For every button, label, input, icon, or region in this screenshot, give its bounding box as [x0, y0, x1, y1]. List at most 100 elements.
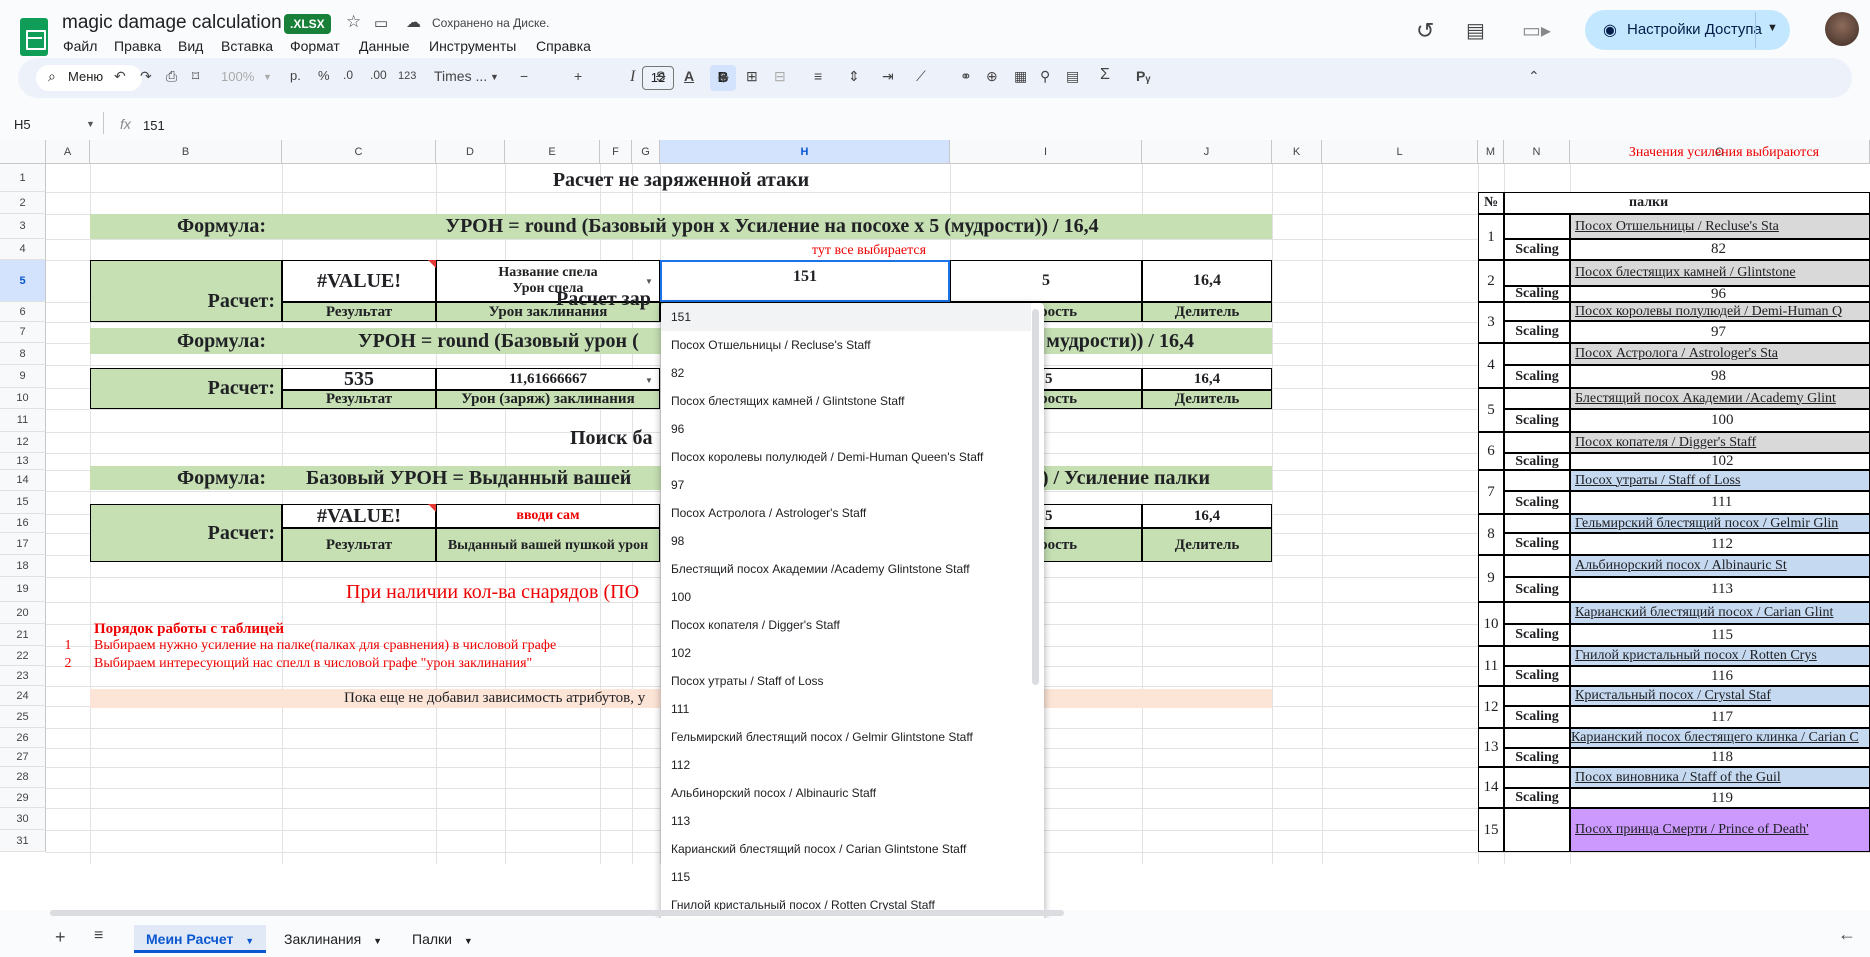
dropdown-option[interactable]: 151 [661, 303, 1031, 331]
row-header-4[interactable]: 4 [0, 239, 46, 260]
input-tools-icon[interactable]: Pᵧ [1136, 68, 1150, 84]
staff-name[interactable]: Посох виновника / Staff of the Guil [1570, 767, 1870, 788]
divider-cell-r12[interactable]: 16,4 [1142, 368, 1272, 390]
name-box[interactable]: H5 [14, 117, 31, 132]
italic-button[interactable]: I [630, 68, 635, 86]
decrease-font-size-icon[interactable]: − [520, 68, 528, 84]
wisdom-cell-r5[interactable]: 5 [950, 260, 1142, 302]
dropdown-option[interactable]: 100 [661, 583, 1031, 611]
result-cell-r5[interactable]: #VALUE! [282, 260, 436, 302]
add-sheet-icon[interactable]: + [55, 927, 66, 948]
menu-tools[interactable]: Инструменты [429, 38, 516, 54]
history-icon[interactable]: ↺ [1416, 18, 1434, 44]
paint-format-icon[interactable]: ⌑ [192, 68, 199, 85]
formula-input[interactable]: 151 [143, 118, 165, 133]
column-header-f[interactable]: F [600, 140, 632, 164]
row-header-27[interactable]: 27 [0, 748, 46, 767]
row-header-23[interactable]: 23 [0, 666, 46, 686]
column-header-h[interactable]: H [660, 140, 950, 164]
scaling-value[interactable]: 102 [1570, 453, 1870, 470]
scaling-value[interactable]: 113 [1570, 577, 1870, 602]
percent-format-button[interactable]: % [318, 68, 330, 83]
dropdown-option[interactable]: 102 [661, 639, 1031, 667]
result-cell-r19[interactable]: #VALUE! [282, 504, 436, 528]
select-all-corner[interactable] [0, 140, 46, 164]
tab-caret-icon[interactable]: ▼ [245, 936, 254, 946]
increase-decimal-button[interactable]: .00 [370, 68, 387, 82]
staff-name[interactable]: Посох Астролога / Astrologer's Sta [1570, 343, 1870, 365]
staff-name[interactable]: Кристальный посох / Crystal Staf [1570, 686, 1870, 706]
dropdown-option[interactable]: 113 [661, 807, 1031, 835]
row-header-30[interactable]: 30 [0, 808, 46, 830]
staff-name[interactable]: Посох Отшельницы / Recluse's Sta [1570, 214, 1870, 239]
zoom-caret-icon[interactable]: ▼ [263, 72, 272, 82]
insert-chart-icon[interactable]: ▦ [1014, 68, 1027, 85]
column-header-l[interactable]: L [1322, 140, 1478, 164]
dropdown-option[interactable]: Альбинорский посох / Albinauric Staff [661, 779, 1031, 807]
tab-main-calc[interactable]: Меин Расчет ▼ [134, 925, 267, 953]
menu-view[interactable]: Вид [178, 38, 203, 54]
dropdown-option[interactable]: Карианский блестящий посох / Carian Glin… [661, 835, 1031, 863]
row-header-10[interactable]: 10 [0, 388, 46, 409]
divider-cell-r19[interactable]: 16,4 [1142, 504, 1272, 528]
dropdown-option[interactable]: Посох утраты / Staff of Loss [661, 667, 1031, 695]
print-icon[interactable]: ⎙ [166, 68, 177, 85]
vertical-align-icon[interactable]: ⇕ [848, 68, 860, 85]
dropdown-option[interactable]: 115 [661, 863, 1031, 891]
font-caret-icon[interactable]: ▼ [490, 72, 499, 82]
functions-button[interactable]: Σ [1100, 66, 1110, 84]
scaling-value[interactable]: 100 [1570, 409, 1870, 432]
row-header-9[interactable]: 9 [0, 365, 46, 388]
menu-insert[interactable]: Вставка [221, 38, 273, 54]
merge-cells-icon[interactable]: ⊟ [774, 68, 786, 85]
row-header-24[interactable]: 24 [0, 686, 46, 706]
insert-link-icon[interactable]: ⚭ [960, 68, 972, 85]
value-dropdown[interactable]: 151 Посох Отшельницы / Recluse's Staff 82 П… [661, 303, 1044, 953]
scaling-value[interactable]: 115 [1570, 624, 1870, 646]
share-dropdown-icon[interactable]: ▼ [1767, 22, 1778, 34]
undo-icon[interactable]: ↶ [114, 68, 126, 85]
horizontal-align-icon[interactable]: ≡ [814, 68, 822, 84]
scaling-value[interactable]: 97 [1570, 321, 1870, 343]
row-header-21[interactable]: 21 [0, 624, 46, 646]
text-color-button[interactable]: A [684, 68, 694, 84]
tab-caret-icon[interactable]: ▼ [464, 936, 473, 946]
row-header-22[interactable]: 22 [0, 646, 46, 666]
fill-color-icon[interactable]: ◈ [718, 68, 729, 85]
redo-icon[interactable]: ↷ [140, 68, 152, 85]
decrease-decimal-button[interactable]: .0 [343, 68, 353, 82]
column-header-k[interactable]: K [1272, 140, 1322, 164]
menu-data[interactable]: Данные [359, 38, 410, 54]
staff-name[interactable]: Гельмирский блестящий посох / Gelmir Gli… [1570, 514, 1870, 533]
staff-name[interactable]: Карианский блестящий посох / Carian Glin… [1570, 602, 1870, 624]
active-cell-h5[interactable]: 151 [660, 260, 950, 302]
row-header-20[interactable]: 20 [0, 602, 46, 624]
staff-name[interactable]: Альбинорский посох / Albinauric St [1570, 555, 1870, 577]
sheets-logo-icon[interactable] [20, 18, 48, 56]
filter-views-icon[interactable]: ▤ [1066, 68, 1079, 85]
menu-help[interactable]: Справка [536, 38, 591, 54]
filter-icon[interactable]: ⚲ [1040, 68, 1050, 85]
row-header-3[interactable]: 3 [0, 214, 46, 239]
column-header-i[interactable]: I [950, 140, 1142, 164]
search-menus-button[interactable]: ⌕ Меню [36, 65, 142, 91]
scaling-value[interactable]: 116 [1570, 666, 1870, 686]
share-button[interactable]: ◉ Настройки Доступа [1585, 10, 1790, 50]
dropdown-option[interactable]: 112 [661, 751, 1031, 779]
row-header-14[interactable]: 14 [0, 470, 46, 491]
dropdown-option[interactable]: Гельмирский блестящий посох / Gelmir Gli… [661, 723, 1031, 751]
dropdown-option[interactable]: Посох копателя / Digger's Staff [661, 611, 1031, 639]
more-formats-button[interactable]: 123 [398, 70, 416, 82]
staff-name[interactable]: Карианский посох блестящего клинка / Car… [1570, 728, 1870, 748]
dropdown-option[interactable]: 96 [661, 415, 1031, 443]
text-wrap-icon[interactable]: ⇥ [882, 68, 894, 85]
dropdown-option[interactable]: Посох Отшельницы / Recluse's Staff [661, 331, 1031, 359]
explore-icon[interactable]: ← [1838, 924, 1856, 945]
increase-font-size-icon[interactable]: + [574, 68, 582, 84]
column-header-m[interactable]: M [1478, 140, 1504, 164]
row-header-28[interactable]: 28 [0, 767, 46, 788]
row-header-25[interactable]: 25 [0, 706, 46, 728]
column-header-b[interactable]: B [90, 140, 282, 164]
menu-file[interactable]: Файл [63, 38, 97, 54]
row-header-29[interactable]: 29 [0, 788, 46, 808]
